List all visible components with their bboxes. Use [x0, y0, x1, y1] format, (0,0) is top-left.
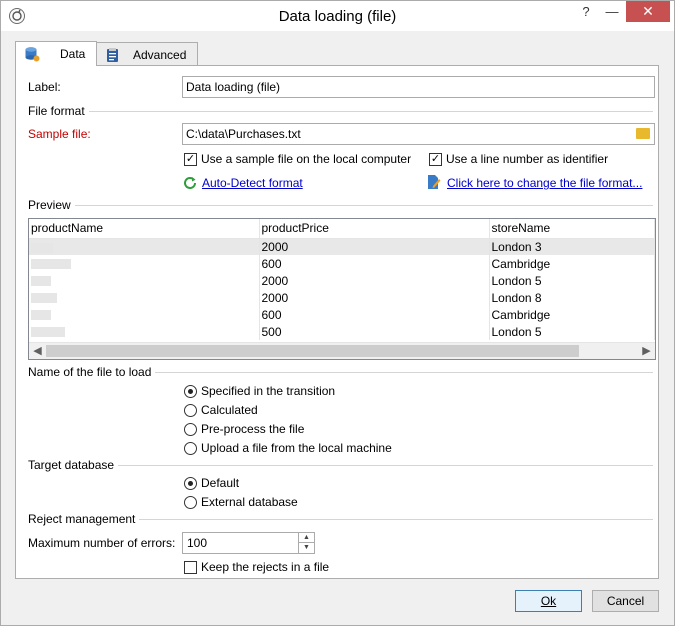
radio-button[interactable] [184, 404, 197, 417]
store-cell: London 5 [489, 272, 655, 289]
help-button[interactable]: ? [573, 1, 599, 22]
minimize-button[interactable]: — [599, 1, 625, 22]
close-button[interactable]: ✕ [626, 1, 670, 22]
line-number-checkbox-box[interactable]: ✓ [429, 153, 442, 166]
dialog-window: Data loading (file) ? — ✕ Data Advanced … [0, 0, 675, 626]
price-cell: 2000 [259, 238, 490, 255]
preview-grid[interactable]: productName productPrice storeName 2000 … [28, 218, 656, 360]
price-cell: 2000 [259, 272, 490, 289]
sample-file-path: C:\data\Purchases.txt [186, 127, 301, 141]
file-format-section: File format [28, 104, 653, 118]
label-input[interactable]: Data loading (file) [182, 76, 655, 98]
column-header[interactable]: storeName [489, 219, 655, 239]
increment-icon[interactable]: ▲ [299, 533, 314, 543]
tab-advanced-label: Advanced [133, 48, 187, 62]
preview-table: productName productPrice storeName 2000 … [29, 219, 655, 340]
blurred-cell [29, 238, 260, 255]
use-local-checkbox-box[interactable]: ✓ [184, 153, 197, 166]
reject-management-section: Reject management [28, 512, 653, 526]
auto-detect-link[interactable]: Auto-Detect format [202, 176, 303, 190]
store-cell: Cambridge [489, 255, 655, 272]
target-database-section: Target database [28, 458, 653, 472]
column-header[interactable]: productPrice [259, 219, 490, 239]
max-errors-value[interactable]: 100 [187, 536, 207, 550]
table-row[interactable]: 600 Cambridge [29, 306, 655, 323]
blurred-cell [29, 272, 260, 289]
section-divider [28, 111, 653, 112]
table-row[interactable]: 2000 London 3 [29, 238, 655, 255]
store-cell: Cambridge [489, 306, 655, 323]
section-divider [28, 205, 653, 206]
reject-management-heading: Reject management [28, 512, 140, 526]
refresh-icon [184, 177, 196, 189]
use-local-label: Use a sample file on the local computer [201, 152, 412, 166]
stepper-buttons: ▲ ▼ [298, 533, 314, 553]
change-format-link[interactable]: Click here to change the file format... [447, 176, 642, 190]
scroll-left-icon[interactable]: ◀ [29, 343, 46, 359]
clipboard-icon [107, 48, 118, 62]
table-row[interactable]: 2000 London 8 [29, 289, 655, 306]
max-errors-label: Maximum number of errors: [28, 536, 176, 550]
radio-label: Upload a file from the local machine [201, 441, 392, 455]
tab-data[interactable]: Data [15, 41, 97, 66]
table-row[interactable]: 600 Cambridge [29, 255, 655, 272]
decrement-icon[interactable]: ▼ [299, 543, 314, 553]
radio-label: Calculated [201, 403, 258, 417]
blurred-cell [29, 289, 260, 306]
price-cell: 600 [259, 255, 490, 272]
cancel-button[interactable]: Cancel [592, 590, 659, 612]
keep-rejects-checkbox-box[interactable] [184, 561, 197, 574]
preview-heading: Preview [28, 198, 75, 212]
price-cell: 500 [259, 323, 490, 340]
radio-button[interactable] [184, 442, 197, 455]
file-format-heading: File format [28, 104, 89, 118]
radio-label: Specified in the transition [201, 384, 336, 398]
horizontal-scrollbar[interactable]: ◀ ▶ [29, 342, 655, 359]
tab-advanced[interactable]: Advanced [96, 42, 198, 66]
title-bar[interactable]: Data loading (file) ? — ✕ [1, 1, 674, 31]
radio-label: External database [201, 495, 298, 509]
store-cell: London 5 [489, 323, 655, 340]
radio-button[interactable] [184, 496, 197, 509]
blurred-cell [29, 306, 260, 323]
store-cell: London 3 [489, 238, 655, 255]
section-divider [28, 465, 653, 466]
sample-file-input[interactable]: C:\data\Purchases.txt [182, 123, 655, 145]
database-icon [25, 47, 40, 62]
keep-rejects-label: Keep the rejects in a file [201, 560, 330, 574]
radio-button[interactable] [184, 477, 197, 490]
store-cell: London 8 [489, 289, 655, 306]
label-field-label: Label: [28, 80, 61, 94]
column-header[interactable]: productName [29, 219, 260, 239]
table-row[interactable]: 500 London 5 [29, 323, 655, 340]
folder-icon[interactable] [636, 128, 650, 139]
scroll-right-icon[interactable]: ▶ [638, 343, 655, 359]
ok-button-label: Ok [540, 594, 557, 608]
data-tab-panel: Label: Data loading (file) File format S… [15, 65, 659, 579]
tab-data-label: Data [60, 47, 86, 61]
price-cell: 2000 [259, 289, 490, 306]
price-cell: 600 [259, 306, 490, 323]
radio-label: Pre-process the file [201, 422, 305, 436]
preview-section: Preview [28, 198, 653, 212]
radio-button[interactable] [184, 385, 197, 398]
scroll-thumb[interactable] [46, 345, 579, 357]
file-to-load-heading: Name of the file to load [28, 365, 156, 379]
header-row: productName productPrice storeName [29, 219, 655, 239]
blurred-cell [29, 323, 260, 340]
sample-file-label: Sample file: [28, 127, 91, 141]
line-number-label: Use a line number as identifier [446, 152, 609, 166]
target-database-heading: Target database [28, 458, 119, 472]
ok-button[interactable]: Ok [515, 590, 582, 612]
table-row[interactable]: 2000 London 5 [29, 272, 655, 289]
file-to-load-section: Name of the file to load [28, 365, 653, 379]
max-errors-stepper[interactable]: 100 ▲ ▼ [182, 532, 315, 554]
radio-button[interactable] [184, 423, 197, 436]
edit-document-icon [428, 175, 441, 189]
radio-label: Default [201, 476, 240, 490]
blurred-cell [29, 255, 260, 272]
